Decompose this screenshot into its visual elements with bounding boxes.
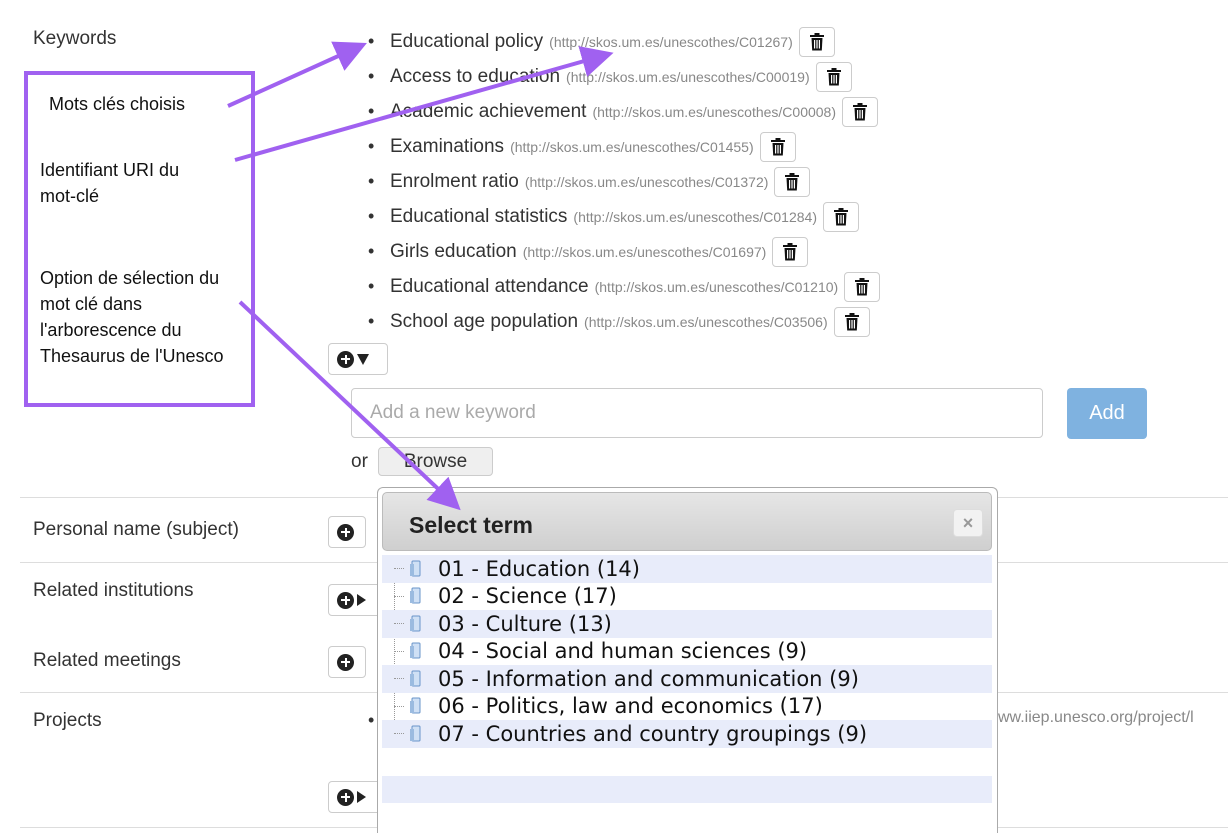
arrow-to-uri (234, 46, 614, 162)
arrow-to-keyword (227, 41, 367, 108)
arrow-to-browse (238, 300, 461, 511)
annotation-arrows (227, 41, 614, 511)
